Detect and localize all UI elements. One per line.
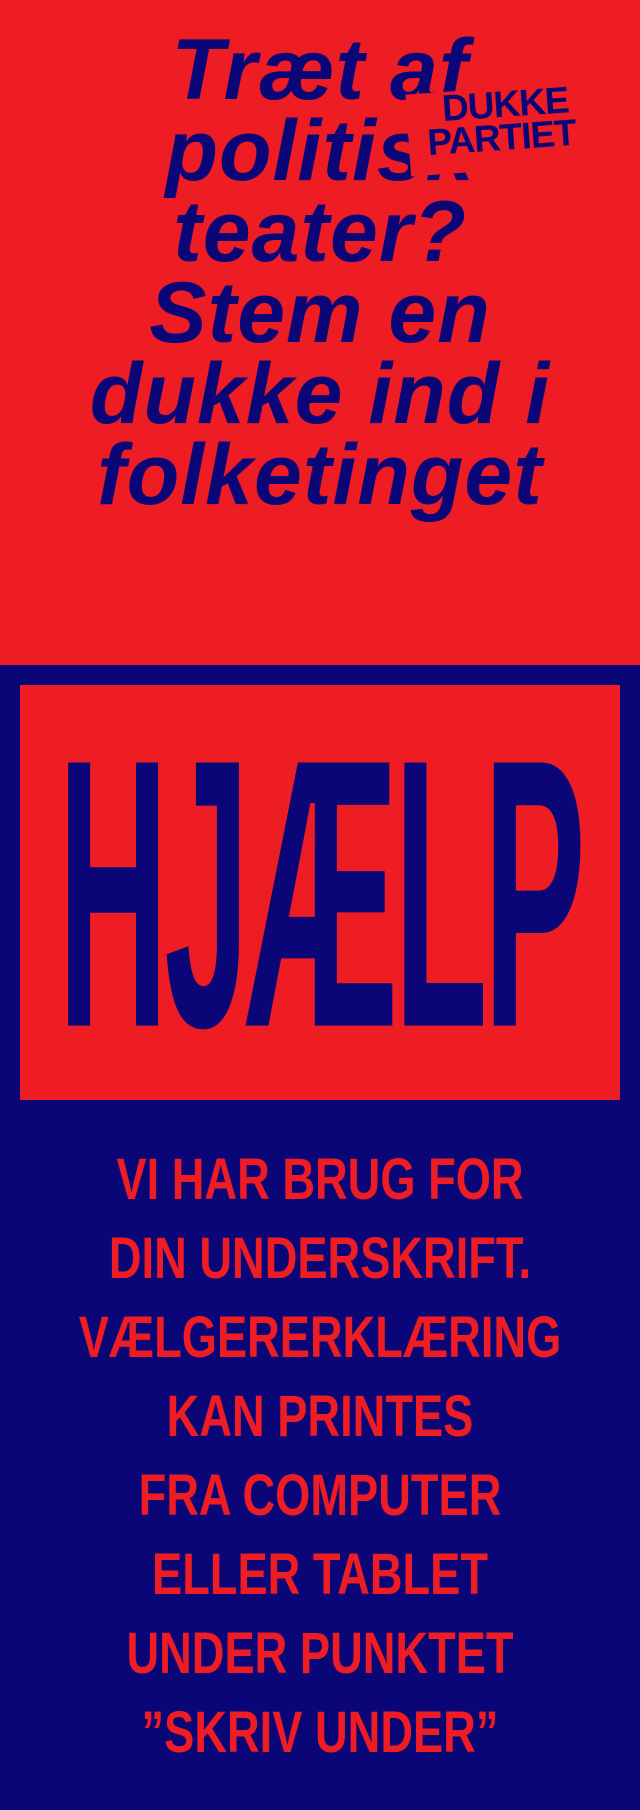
help-word-container: HJÆLP (20, 685, 620, 1100)
body-line: ELLER TABLET (152, 1542, 488, 1607)
body-line: FRA COMPUTER (138, 1463, 502, 1528)
body-line: KAN PRINTES (166, 1384, 474, 1449)
body-line: DIN UNDERSKRIFT. (108, 1226, 532, 1291)
body-line: UNDER PUNKTET (126, 1621, 514, 1686)
help-box: HJÆLP (20, 685, 620, 1100)
headline-line: Stem en (149, 265, 491, 361)
headline-line: teater? (173, 184, 467, 280)
body-text: VI HAR BRUG FOR DIN UNDERSKRIFT. VÆLGERE… (0, 1140, 640, 1772)
logo-line-2: PARTIET (426, 111, 578, 164)
dukkepartiet-logo: DUKKE PARTIET (405, 79, 597, 177)
headline-line: folketinget (97, 427, 543, 523)
body-line: VI HAR BRUG FOR (116, 1147, 524, 1212)
help-word: HJÆLP (58, 685, 586, 1100)
body-line: ”SKRIV UNDER” (141, 1700, 499, 1765)
body-line: VÆLGERERKLÆRING (78, 1305, 562, 1370)
headline-line: dukke ind i (89, 346, 551, 442)
